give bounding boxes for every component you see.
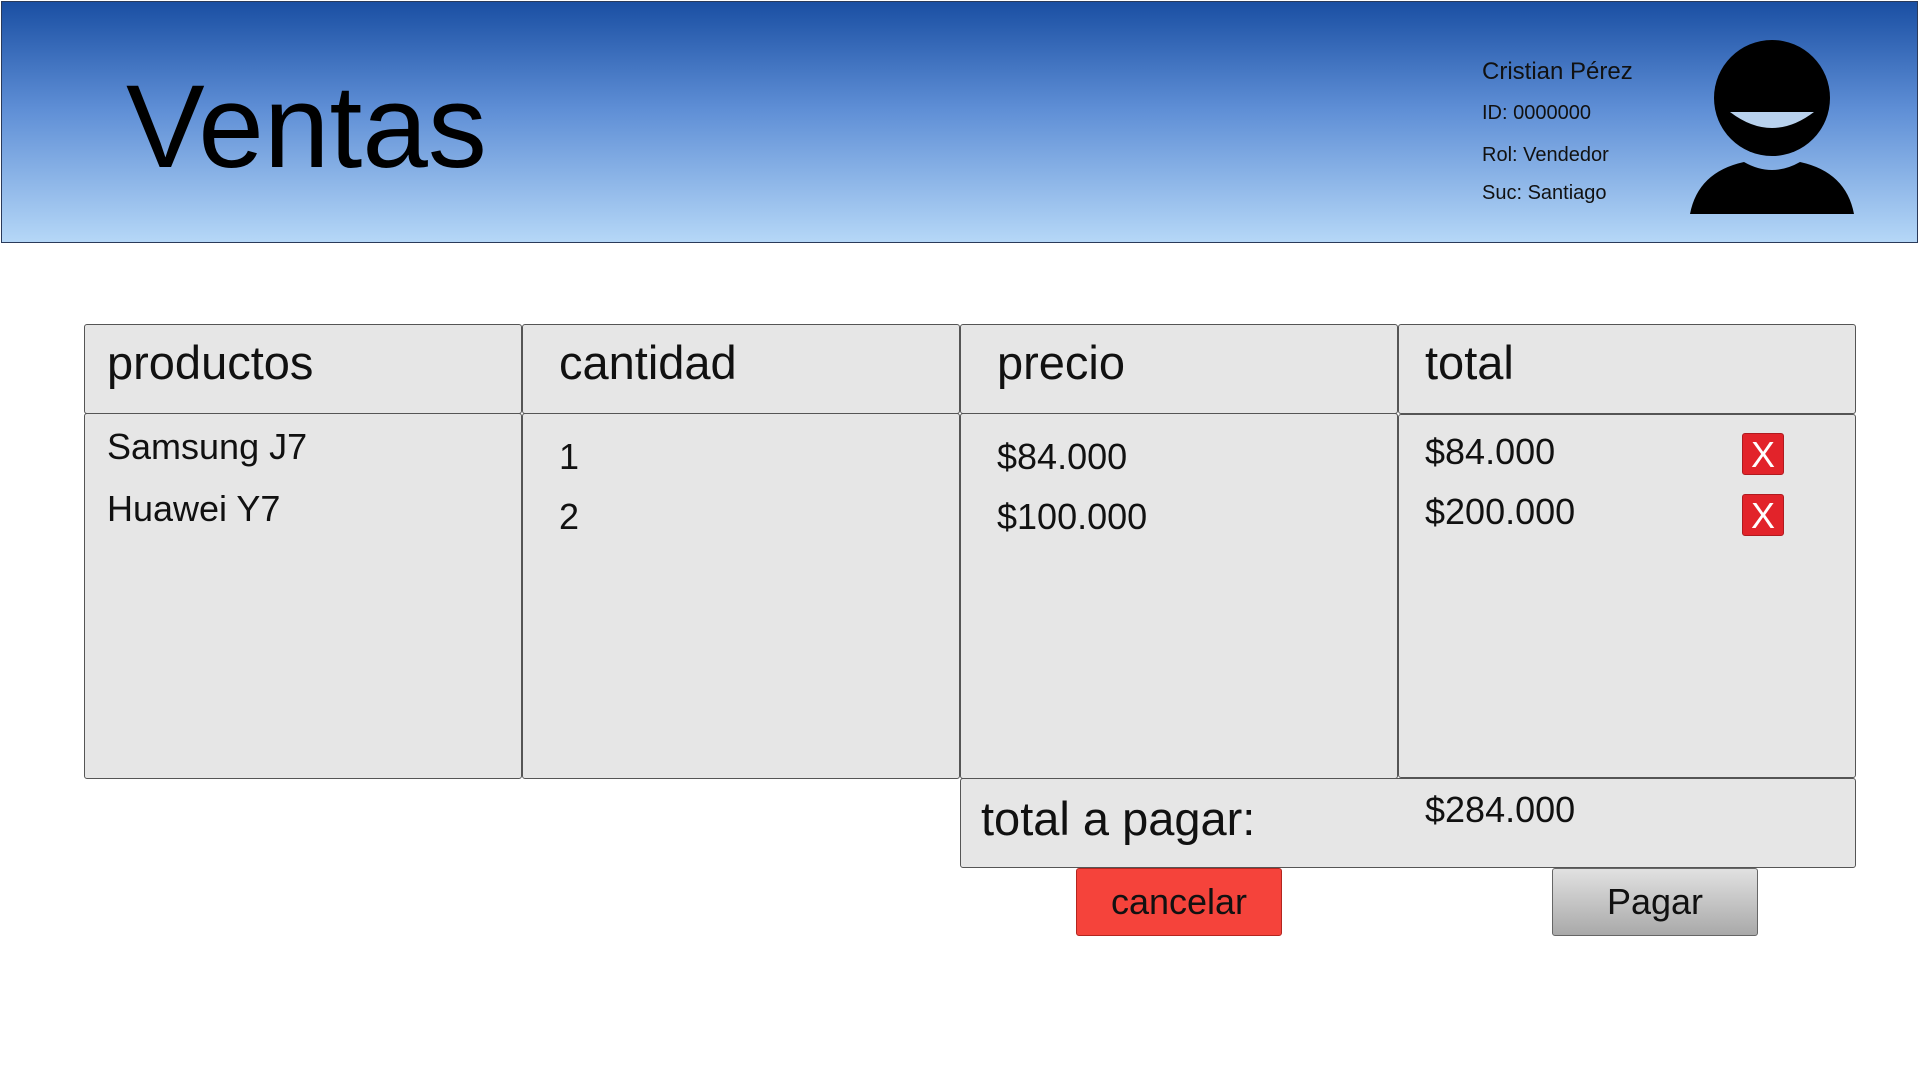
- user-role: Rol: Vendedor: [1482, 144, 1609, 166]
- column-header-precio: precio: [960, 324, 1398, 414]
- remove-item-button[interactable]: X: [1742, 433, 1784, 475]
- product-quantity: 2: [559, 496, 580, 537]
- quantity-column: 1 2: [522, 413, 960, 779]
- column-header-label: productos: [107, 336, 314, 389]
- user-branch: Suc: Santiago: [1482, 182, 1607, 204]
- product-name: Huawei Y7: [107, 488, 281, 529]
- total-to-pay-value: $284.000: [1425, 789, 1576, 830]
- page-title: Ventas: [126, 61, 487, 193]
- app-header: Ventas Cristian Pérez ID: 0000000 Rol: V…: [1, 1, 1918, 243]
- column-header-label: precio: [997, 336, 1126, 389]
- column-header-cantidad: cantidad: [522, 324, 960, 414]
- product-price: $100.000: [997, 496, 1148, 537]
- column-header-productos: productos: [84, 324, 522, 414]
- column-header-total: total: [1398, 324, 1856, 414]
- column-header-label: total: [1425, 336, 1514, 389]
- remove-item-button[interactable]: X: [1742, 494, 1784, 536]
- user-name: Cristian Pérez: [1482, 58, 1633, 85]
- products-column: Samsung J7 Huawei Y7: [84, 413, 522, 779]
- user-id: ID: 0000000: [1482, 102, 1591, 124]
- column-header-label: cantidad: [559, 336, 737, 389]
- price-column: $84.000 $100.000: [960, 413, 1398, 779]
- product-name: Samsung J7: [107, 426, 308, 467]
- pay-button[interactable]: Pagar: [1552, 868, 1758, 936]
- total-column: $84.000 $200.000 X X: [1398, 414, 1856, 778]
- total-to-pay-label: total a pagar:: [981, 792, 1256, 845]
- cancel-button[interactable]: cancelar: [1076, 868, 1282, 936]
- user-avatar-icon: [1690, 40, 1854, 214]
- line-total: $84.000: [1425, 431, 1556, 472]
- line-total: $200.000: [1425, 491, 1576, 532]
- product-price: $84.000: [997, 436, 1128, 477]
- product-quantity: 1: [559, 436, 580, 477]
- total-summary: total a pagar: $284.000: [960, 778, 1856, 868]
